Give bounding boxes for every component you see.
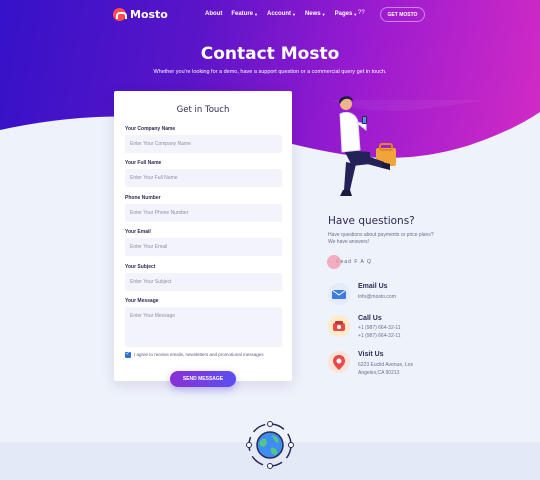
company-name-label: Your Company Name [125, 126, 176, 132]
contact-form-card: Get in Touch Your Company Name Enter You… [114, 91, 292, 381]
menu-item-news[interactable]: News ▼ [305, 11, 326, 17]
phone-number-2[interactable]: +1 (987) 664-32-11 [358, 333, 401, 339]
email-input[interactable]: Enter Your Email [125, 238, 282, 256]
menu-item-about[interactable]: About [205, 11, 222, 17]
menu-item-feature[interactable]: Feature ▼ [231, 11, 258, 17]
logo-icon [113, 8, 127, 21]
chevron-down-icon: ▼ [254, 11, 258, 17]
consent-checkbox[interactable] [125, 350, 131, 358]
brand-logo[interactable]: Mosto [113, 8, 168, 21]
form-title: Get in Touch [176, 105, 230, 115]
email-label: Your Email [125, 229, 151, 235]
globe-icon [246, 421, 294, 469]
questions-text: Have questions about payments or price p… [328, 232, 434, 245]
read-faq-link[interactable]: Read F A Q [327, 255, 372, 269]
email-address[interactable]: Info@mosto.com [358, 294, 396, 300]
subject-input[interactable]: Enter Your Subject [125, 273, 282, 291]
phone-number-1[interactable]: +1 (987) 664-32-11 [358, 325, 401, 331]
subject-label: Your Subject [125, 264, 156, 270]
address-line-2: Angeles,CA 90213 [358, 370, 400, 376]
message-textarea[interactable]: Enter Your Message [125, 307, 282, 347]
phone-input[interactable]: Enter Your Phone Number [125, 204, 282, 222]
menu-item-pages[interactable]: Pages ▼ [335, 11, 358, 17]
menu-item-account[interactable]: Account ▼ [267, 11, 296, 17]
page-subtitle: Whether you're looking for a demo, have … [153, 69, 387, 75]
main-menu: About Feature ▼ Account ▼ News ▼ Pages ▼ [205, 11, 357, 17]
consent-label: I agree to receive emails, newsletters a… [134, 352, 264, 357]
chevron-down-icon: ▼ [321, 11, 326, 17]
envelope-icon [328, 283, 350, 305]
email-us-title: Email Us [358, 283, 388, 290]
visit-us-title: Visit Us [358, 351, 384, 358]
top-nav: Mosto About Feature ▼ Account ▼ News ▼ Page… [0, 0, 540, 30]
call-us-title: Call Us [358, 315, 382, 322]
language-selector[interactable]: ?? [358, 10, 365, 16]
page-title: Contact Mosto [200, 44, 340, 64]
questions-heading: Have questions? [328, 215, 415, 227]
full-name-label: Your Full Name [125, 160, 162, 166]
address-line-1: 6223 Euclid Avenue, Los [358, 362, 413, 368]
chevron-down-icon: ▼ [353, 11, 358, 17]
full-name-input[interactable]: Enter Your Full Name [125, 169, 282, 187]
faq-link-text: Read F A Q [336, 259, 372, 265]
chevron-down-icon: ▼ [291, 11, 296, 17]
phone-label: Phone Number [125, 195, 161, 201]
company-name-input[interactable]: Enter Your Company Name [125, 135, 282, 153]
logo-text: Mosto [130, 8, 168, 21]
phone-icon [328, 315, 350, 337]
get-mosto-button[interactable]: GET MOSTO [380, 7, 425, 22]
send-message-button[interactable]: SEND MESSAGE [170, 371, 236, 387]
message-label: Your Message [125, 298, 159, 304]
person-on-bag-illustration [339, 96, 396, 196]
map-pin-icon [328, 351, 350, 373]
faq-bubble-icon [327, 255, 341, 269]
